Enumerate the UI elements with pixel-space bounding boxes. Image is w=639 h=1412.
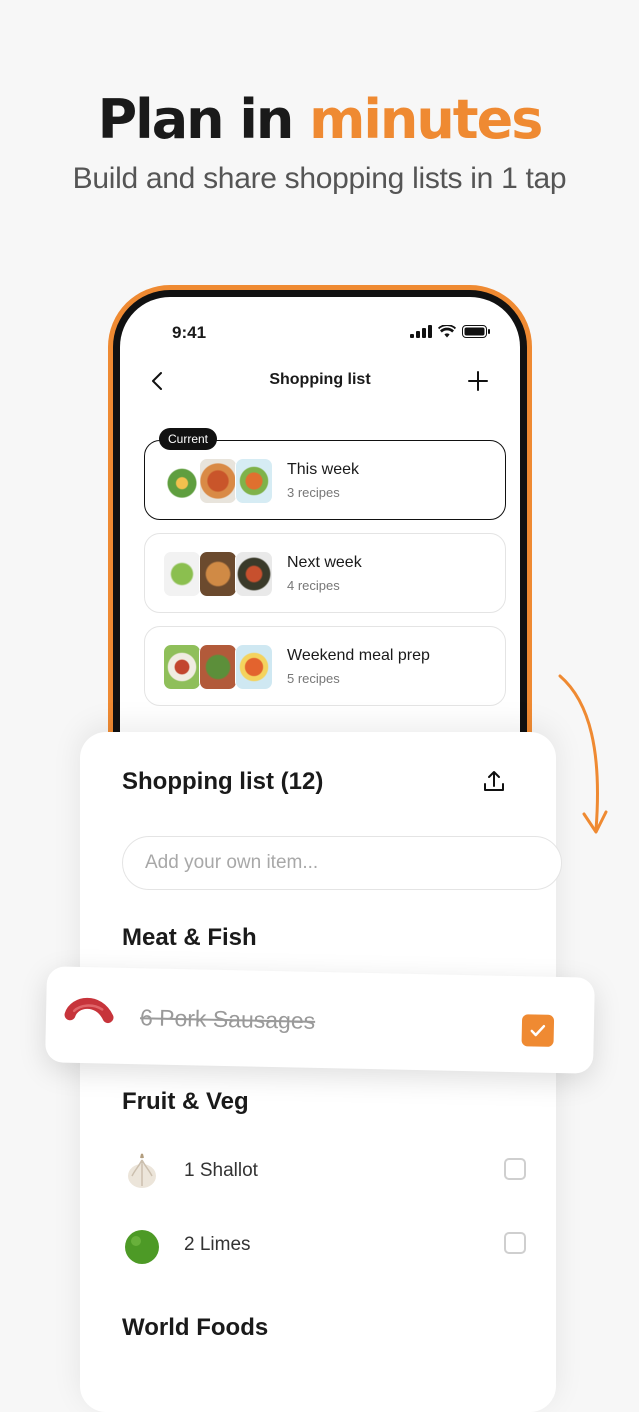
nav-title: Shopping list <box>269 371 371 388</box>
list-card-weekend-meal-prep[interactable]: Weekend meal prep 5 recipes <box>144 626 506 706</box>
item-label: 6 Pork Sausages <box>139 1004 316 1034</box>
item-checkbox[interactable] <box>504 1232 526 1254</box>
share-icon[interactable] <box>480 768 508 796</box>
recipe-thumb <box>163 551 201 597</box>
status-bar: 9:41 <box>120 311 520 342</box>
wifi-icon <box>438 325 456 338</box>
battery-icon <box>462 325 490 338</box>
list-title: This week <box>287 461 360 478</box>
recipe-thumb <box>199 458 237 504</box>
shallot-icon <box>128 1153 156 1188</box>
recipe-thumb <box>163 644 201 690</box>
shopping-list-sheet: Shopping list (12) Meat & Fish Fruit & V… <box>80 732 562 1412</box>
recipe-thumb <box>199 644 237 690</box>
item-checkbox[interactable] <box>504 1158 526 1180</box>
lime-icon <box>125 1230 159 1264</box>
item-label: 2 Limes <box>184 1234 251 1255</box>
nav-bar: Shopping list <box>120 365 520 395</box>
subheadline: Build and share shopping lists in 1 tap <box>72 162 567 195</box>
status-icons <box>410 325 490 338</box>
plus-icon[interactable] <box>466 369 490 393</box>
list-item-shallot: 1 Shallot <box>122 1148 532 1196</box>
list-title: Weekend meal prep <box>287 647 430 664</box>
item-checkbox-checked[interactable] <box>521 1014 555 1047</box>
headline: Plan in minutes <box>0 88 639 152</box>
curved-arrow-icon <box>558 674 608 834</box>
list-card-this-week[interactable]: Current This week 3 recipes <box>144 428 506 520</box>
list-item-limes: 2 Limes <box>122 1222 532 1270</box>
recipe-thumb <box>235 551 273 597</box>
current-badge: Current <box>159 428 218 450</box>
add-item-input[interactable] <box>122 836 562 890</box>
recipe-thumb <box>163 458 201 504</box>
checked-item-card[interactable]: 6 Pork Sausages <box>45 966 595 1074</box>
section-world-foods: World Foods <box>122 1314 269 1341</box>
status-time: 9:41 <box>172 323 207 342</box>
recipe-thumb <box>199 551 237 597</box>
check-icon <box>530 1024 546 1037</box>
recipe-thumb <box>235 458 273 504</box>
sheet-title: Shopping list (12) <box>122 768 324 795</box>
list-card-next-week[interactable]: Next week 4 recipes <box>144 533 506 613</box>
recipe-thumbnails <box>163 644 273 690</box>
recipe-thumbnails <box>163 458 273 504</box>
list-subtitle: 3 recipes <box>287 485 340 500</box>
signal-icon <box>410 325 432 338</box>
list-subtitle: 5 recipes <box>287 671 340 686</box>
headline-part1: Plan in <box>97 88 310 151</box>
headline-accent: minutes <box>309 88 543 151</box>
section-fruit-veg: Fruit & Veg <box>122 1088 249 1115</box>
item-label: 1 Shallot <box>184 1160 258 1181</box>
sausage-icon <box>64 997 114 1024</box>
list-title: Next week <box>287 554 362 571</box>
recipe-thumb <box>235 644 273 690</box>
section-meat-fish: Meat & Fish <box>122 924 257 951</box>
recipe-thumbnails <box>163 551 273 597</box>
list-subtitle: 4 recipes <box>287 578 340 593</box>
